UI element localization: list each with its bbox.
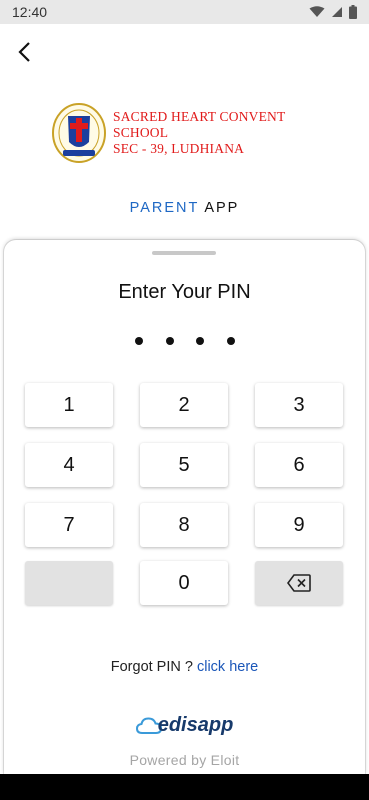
wifi-icon xyxy=(309,6,325,17)
powered-by: Powered by Eloit xyxy=(129,752,240,768)
key-9[interactable]: 9 xyxy=(255,503,343,547)
app-title-part1: PARENT xyxy=(129,200,200,216)
backspace-button[interactable] xyxy=(255,561,343,605)
pin-dot xyxy=(165,337,174,345)
back-arrow-icon xyxy=(18,42,30,62)
key-1[interactable]: 1 xyxy=(25,383,113,427)
key-0[interactable]: 0 xyxy=(140,561,228,605)
key-8[interactable]: 8 xyxy=(140,503,228,547)
key-6[interactable]: 6 xyxy=(255,443,343,487)
pin-title: Enter Your PIN xyxy=(118,281,251,303)
school-name-line1: SACRED HEART CONVENT SCHOOL xyxy=(113,109,286,140)
school-name-line2: SEC - 39, LUDHIANA xyxy=(113,141,245,156)
key-4[interactable]: 4 xyxy=(25,443,113,487)
school-logo xyxy=(52,103,106,163)
school-header: SACRED HEART CONVENT SCHOOL SEC - 39, LU… xyxy=(51,102,341,164)
pin-dot xyxy=(135,337,143,345)
school-name: SACRED HEART CONVENT SCHOOL SEC - 39, LU… xyxy=(113,109,341,157)
back-button[interactable] xyxy=(10,38,38,66)
pin-dot xyxy=(226,337,235,345)
status-time: 12:40 xyxy=(12,4,48,20)
status-icons xyxy=(309,5,357,19)
app-title-part2: APP xyxy=(204,200,240,216)
pin-dots xyxy=(135,337,235,347)
key-3[interactable]: 3 xyxy=(255,383,343,427)
backspace-icon xyxy=(287,574,311,592)
brand-name: edisapp xyxy=(157,714,234,736)
app-title: PARENT APP xyxy=(0,200,369,216)
key-2[interactable]: 2 xyxy=(140,383,228,427)
navigation-bar xyxy=(0,774,369,800)
signal-icon xyxy=(332,7,342,17)
pin-dot xyxy=(196,337,205,345)
edisapp-brand: edisapp xyxy=(4,714,365,737)
forgot-pin-link[interactable]: click here xyxy=(197,659,258,675)
battery-icon xyxy=(349,5,357,19)
forgot-pin: Forgot PIN ? click here xyxy=(4,659,365,675)
sheet-handle[interactable] xyxy=(152,251,216,255)
key-5[interactable]: 5 xyxy=(140,443,228,487)
pin-sheet: Enter Your PIN 1 2 3 4 5 6 7 8 9 0 Forgo… xyxy=(4,240,365,774)
key-7[interactable]: 7 xyxy=(25,503,113,547)
forgot-pin-text: Forgot PIN ? xyxy=(110,659,193,675)
key-blank xyxy=(25,561,113,605)
status-bar: 12:40 xyxy=(0,0,369,24)
